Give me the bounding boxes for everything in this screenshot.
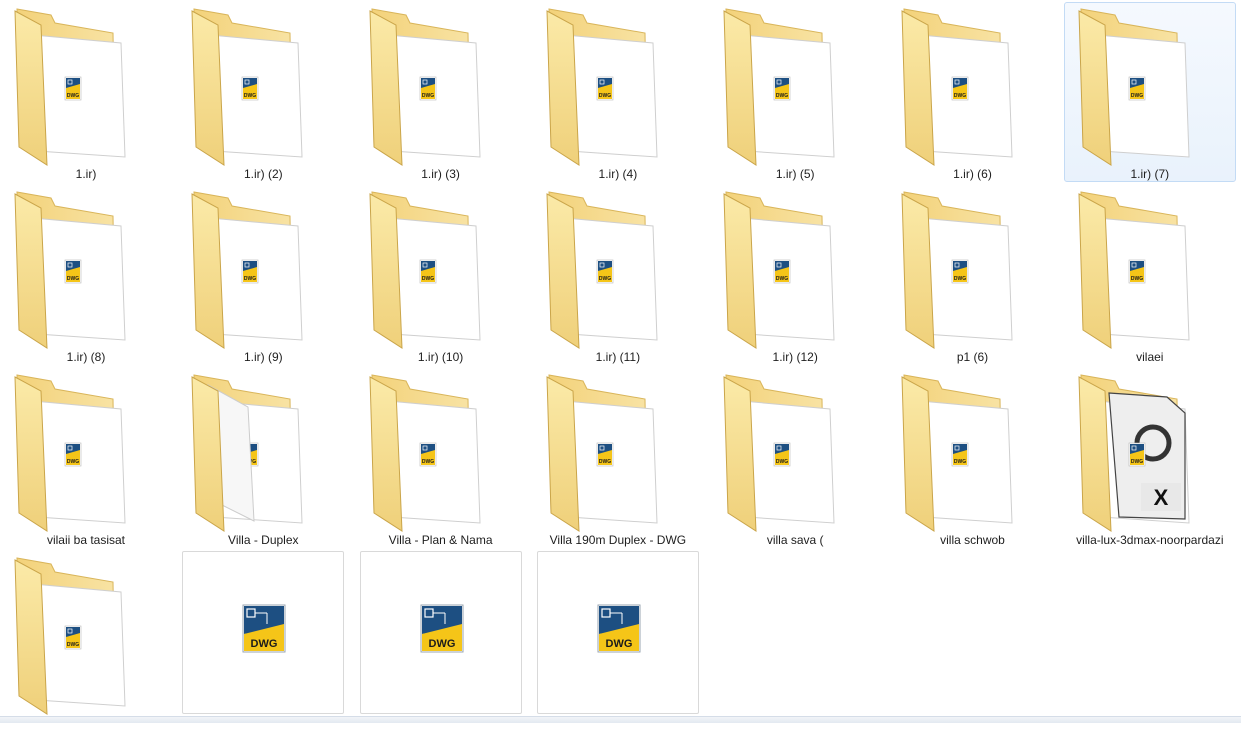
dwg-preview-icon: DWG: [951, 442, 968, 467]
folder-label: 1.ir) (11): [595, 350, 641, 364]
folder-item[interactable]: DWG Villa 190m Duplex - DWG: [532, 368, 704, 548]
folder-item[interactable]: DWG p1 (6): [887, 185, 1059, 365]
folder-label: 1.ir) (10): [417, 350, 464, 364]
folder-label: villa sava (: [766, 533, 824, 547]
dwg-preview-icon: DWG: [596, 76, 614, 101]
svg-text:DWG: DWG: [953, 93, 965, 99]
dwg-preview-icon: DWG: [64, 76, 82, 101]
folder-label: villa schwob: [940, 533, 1005, 547]
dwg-preview-icon: DWG: [773, 76, 791, 101]
folder-item[interactable]: DWG villa sava (: [709, 368, 881, 548]
svg-text:DWG: DWG: [67, 459, 79, 465]
dwg-preview-icon: DWG: [951, 259, 968, 284]
svg-text:DWG: DWG: [244, 93, 256, 99]
folder-label: p1 (6): [956, 350, 989, 364]
svg-text:DWG: DWG: [953, 459, 965, 465]
folder-item[interactable]: DWG vilaei: [1064, 185, 1236, 365]
svg-text:DWG: DWG: [1131, 276, 1143, 282]
dwg-preview-icon: DWG: [1128, 76, 1146, 101]
svg-text:DWG: DWG: [67, 93, 79, 99]
folder-label: 1.ir) (4): [598, 167, 638, 181]
folder-label: 1.ir) (2): [243, 167, 283, 181]
folder-label: villa-lux-3dmax-noorpardazi: [1076, 533, 1224, 547]
svg-text:DWG: DWG: [776, 276, 788, 282]
svg-text:DWG: DWG: [251, 638, 278, 650]
folder-item[interactable]: DWG 1.ir) (8): [0, 185, 172, 365]
folder-item[interactable]: DWG 1.ir) (7): [1063, 2, 1236, 182]
svg-text:DWG: DWG: [776, 93, 788, 99]
svg-text:DWG: DWG: [428, 638, 455, 650]
folder-label: 1.ir) (6): [953, 167, 992, 181]
folder-item[interactable]: DWG villa schwob: [887, 368, 1059, 548]
dwg-preview-icon: DWG: [241, 259, 259, 284]
file-grid: DWG 1.ir) DWG 1.ir) (2) DWG 1.ir) (3) DW…: [0, 0, 1241, 723]
dwg-preview-icon: DWG: [64, 259, 82, 284]
svg-text:DWG: DWG: [67, 276, 79, 282]
folder-label: 1.ir) (3): [421, 167, 460, 181]
dwg-file-item[interactable]: DWG: [359, 551, 522, 714]
svg-text:X: X: [1153, 485, 1168, 510]
folder-label: 1.ir) (12): [772, 350, 818, 364]
folder-label: 1.ir): [75, 167, 97, 181]
dwg-preview-icon: DWG: [773, 442, 791, 467]
folder-item[interactable]: DWG: [0, 551, 172, 731]
svg-text:DWG: DWG: [599, 459, 611, 465]
folder-item[interactable]: DWG 1.ir) (12): [709, 185, 881, 365]
dwg-preview-icon: DWG: [419, 76, 436, 101]
dwg-file-item[interactable]: DWG: [182, 551, 345, 714]
folder-item[interactable]: DWG Villa - Plan & Nama: [355, 368, 527, 548]
folder-item[interactable]: DWG 1.ir): [0, 2, 172, 182]
svg-text:DWG: DWG: [421, 93, 433, 99]
svg-text:DWG: DWG: [776, 459, 788, 465]
svg-text:DWG: DWG: [244, 276, 256, 282]
dwg-preview-icon: DWG: [419, 259, 436, 284]
dwg-preview-icon: DWG: [951, 76, 968, 101]
svg-text:DWG: DWG: [1131, 459, 1143, 465]
svg-text:DWG: DWG: [421, 276, 433, 282]
folder-label: Villa - Duplex: [228, 533, 299, 547]
dwg-preview-icon: DWG: [773, 259, 791, 284]
folder-item[interactable]: DWG 1.ir) (6): [887, 2, 1059, 182]
svg-text:DWG: DWG: [953, 276, 965, 282]
folder-label: 1.ir) (7): [1130, 167, 1170, 181]
svg-text:DWG: DWG: [1131, 93, 1143, 99]
folder-label: Villa 190m Duplex - DWG: [549, 533, 687, 547]
dwg-preview-icon: DWG: [1128, 259, 1146, 284]
svg-text:DWG: DWG: [599, 276, 611, 282]
dwg-preview-icon: DWG: [1128, 442, 1146, 467]
svg-text:DWG: DWG: [599, 93, 611, 99]
svg-text:DWG: DWG: [421, 459, 433, 465]
dwg-preview-icon: DWG: [64, 625, 82, 650]
dwg-file-item[interactable]: DWG: [536, 551, 699, 714]
folder-item[interactable]: DWG 1.ir) (9): [177, 185, 349, 365]
folder-label: vilaei: [1136, 350, 1164, 364]
folder-label: 1.ir) (8): [66, 350, 106, 364]
folder-label: 1.ir) (9): [243, 350, 283, 364]
window-bottom-edge: [0, 716, 1241, 723]
svg-text:DWG: DWG: [67, 642, 79, 648]
folder-item[interactable]: DWG 1.ir) (4): [532, 2, 704, 182]
folder-item[interactable]: DWG 1.ir) (10): [355, 185, 527, 365]
folder-item[interactable]: DWG vilaii ba tasisat: [0, 368, 172, 548]
folder-item[interactable]: X DWG villa-lux-3dmax-noorpardazi: [1064, 368, 1236, 548]
folder-item[interactable]: DWG 1.ir) (11): [532, 185, 704, 365]
folder-label: vilaii ba tasisat: [46, 533, 126, 547]
dwg-preview-icon: DWG: [596, 259, 614, 284]
dwg-preview-icon: DWG: [419, 442, 436, 467]
folder-label: 1.ir) (5): [775, 167, 815, 181]
folder-item[interactable]: DWG 1.ir) (2): [177, 2, 349, 182]
dwg-preview-icon: DWG: [64, 442, 82, 467]
dwg-preview-icon: DWG: [241, 76, 259, 101]
folder-item[interactable]: DWG 1.ir) (3): [355, 2, 527, 182]
dwg-preview-icon: DWG: [596, 442, 614, 467]
folder-item[interactable]: DWG Villa - Duplex: [177, 368, 349, 548]
folder-label: Villa - Plan & Nama: [388, 533, 493, 547]
svg-text:DWG: DWG: [605, 638, 632, 650]
folder-item[interactable]: DWG 1.ir) (5): [709, 2, 881, 182]
